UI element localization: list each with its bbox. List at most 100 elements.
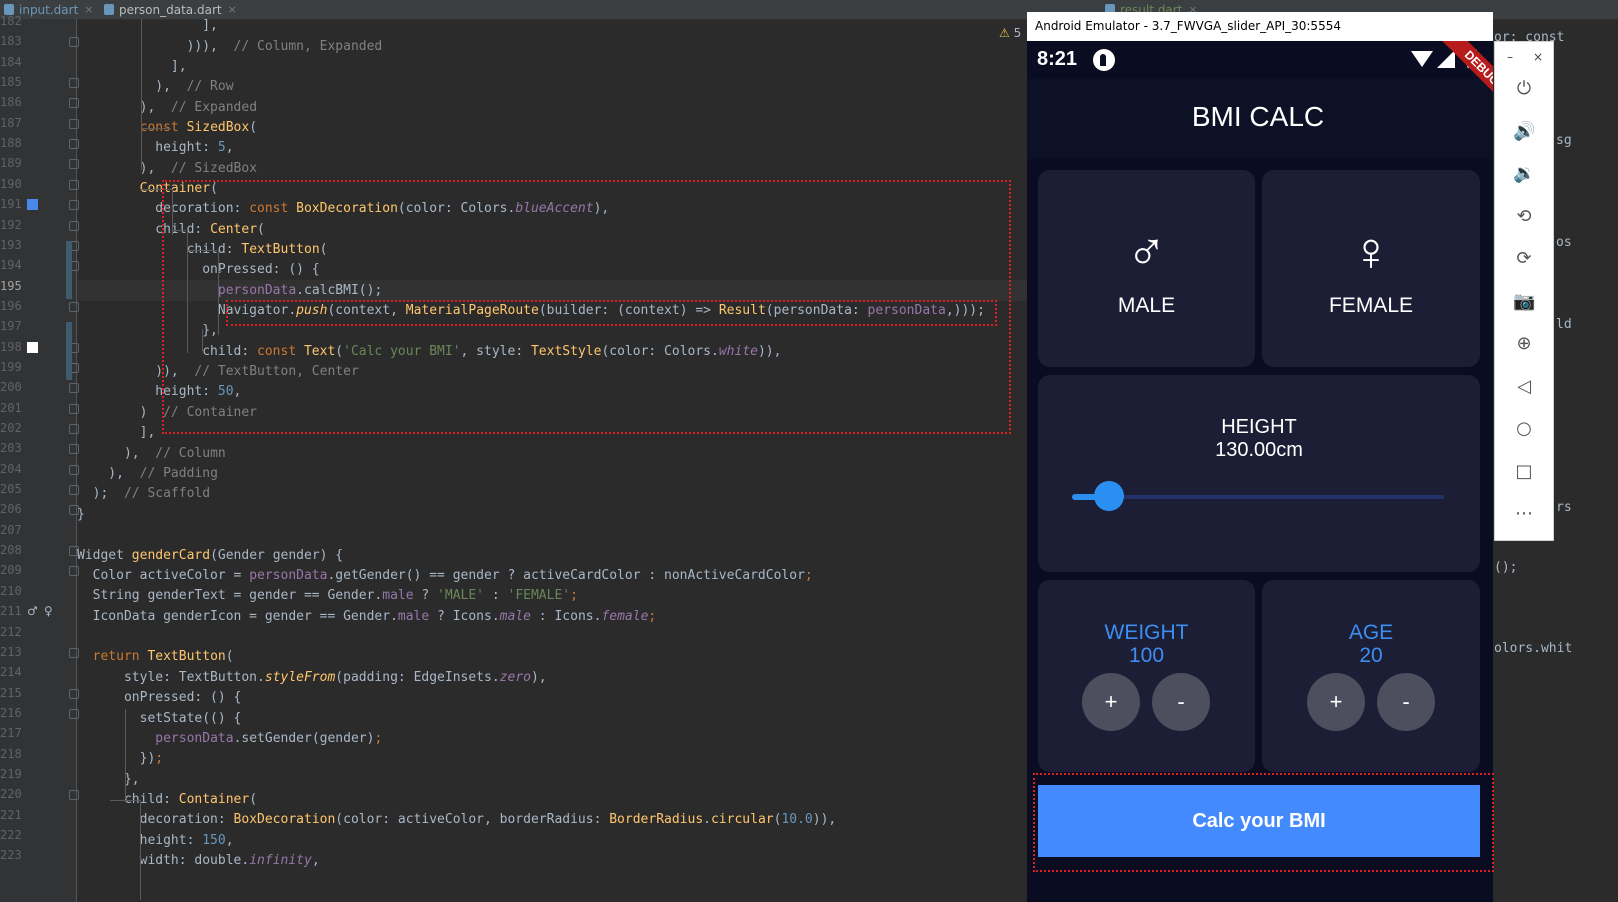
code-fragment: ();	[1494, 560, 1518, 575]
tab-person-data-dart[interactable]: person_data.dart ×	[104, 0, 237, 19]
slider-thumb[interactable]	[1094, 481, 1125, 511]
line-number: 193	[0, 237, 22, 252]
code-editor[interactable]: ], ))), // Column, Expanded ], ), // Row…	[77, 19, 1027, 902]
line-number: 205	[0, 482, 22, 497]
weight-minus-button[interactable]: -	[1152, 673, 1210, 731]
minimize-icon[interactable]: –	[1507, 50, 1513, 64]
line-number: 211	[0, 604, 22, 619]
overview-icon[interactable]: □	[1513, 461, 1535, 483]
code-line: ); // Scaffold	[77, 486, 211, 501]
code-line: onPressed: () {	[77, 690, 242, 705]
male-label: MALE	[1117, 294, 1176, 317]
male-icon: ♂	[1126, 222, 1167, 282]
zoom-icon[interactable]: ⊕	[1513, 333, 1535, 355]
indent-guide	[140, 800, 141, 900]
line-number: 201	[0, 400, 22, 415]
line-number: 185	[0, 75, 22, 90]
female-card[interactable]: ♀ FEMALE	[1262, 170, 1480, 367]
line-number: 200	[0, 380, 22, 395]
status-time: 8:21	[1037, 48, 1078, 70]
weight-plus-button[interactable]: +	[1082, 673, 1140, 731]
notification-icon	[1093, 49, 1115, 71]
volume-up-icon[interactable]: 🔊	[1513, 121, 1535, 143]
camera-icon[interactable]: 📷	[1513, 291, 1535, 313]
line-number: 184	[0, 54, 22, 69]
emulator-toolbar: – × ⏻ 🔊 🔉 ⟲ ⟳ 📷 ⊕ ◁ ○ □ ⋯	[1494, 41, 1554, 541]
line-number: 186	[0, 95, 22, 110]
female-icon: ♀	[44, 604, 53, 619]
indent-guide	[125, 709, 126, 799]
line-number: 214	[0, 665, 22, 680]
close-icon[interactable]: ×	[1533, 50, 1543, 64]
height-slider[interactable]	[1072, 481, 1444, 511]
height-value: 130.00cm	[1215, 439, 1303, 461]
line-number: 182	[0, 14, 22, 28]
line-number: 204	[0, 461, 22, 476]
indent-guide	[141, 19, 142, 170]
wifi-icon	[1411, 51, 1433, 67]
female-icon: ♀	[1350, 222, 1392, 282]
line-number: 189	[0, 156, 22, 171]
change-marker	[66, 241, 72, 299]
code-line: Color activeColor = personData.getGender…	[77, 568, 813, 583]
age-label: AGE	[1348, 621, 1394, 644]
weight-card: WEIGHT 100 + -	[1038, 580, 1255, 772]
line-number: 221	[0, 807, 22, 822]
code-line: ), // Padding	[77, 466, 218, 481]
power-icon[interactable]: ⏻	[1513, 78, 1535, 100]
line-number: 202	[0, 421, 22, 435]
volume-down-icon[interactable]: 🔉	[1513, 163, 1535, 185]
line-number: 199	[0, 359, 22, 374]
code-fragment: olors.whit	[1494, 641, 1573, 656]
line-number: 196	[0, 298, 22, 313]
color-swatch-icon	[27, 199, 38, 211]
code-line: Widget genderCard(Gender gender) {	[77, 548, 344, 563]
line-number: 217	[0, 726, 22, 741]
rotate-left-icon[interactable]: ⟲	[1513, 206, 1535, 228]
code-line: ), // Expanded	[77, 100, 258, 115]
code-line: personData.setGender(gender);	[155, 731, 383, 746]
highlight-calc-button	[1033, 773, 1494, 872]
code-line: const SizedBox(	[139, 120, 258, 135]
close-icon[interactable]: ×	[228, 3, 237, 16]
age-plus-button[interactable]: +	[1307, 673, 1365, 731]
height-card: HEIGHT 130.00cm	[1038, 375, 1480, 572]
weight-value: 100	[1128, 644, 1165, 667]
line-number: 208	[0, 543, 22, 558]
code-fragment: ld	[1556, 317, 1572, 332]
code-line: width: double.infinity,	[77, 853, 320, 868]
code-line: setState(() {	[77, 711, 242, 726]
code-line: }	[77, 507, 85, 522]
back-icon[interactable]: ◁	[1513, 376, 1535, 398]
line-number: 223	[0, 848, 22, 863]
indent-guide	[141, 128, 171, 129]
code-line: child: Container(	[77, 792, 258, 807]
line-number: 190	[0, 176, 22, 191]
age-card: AGE 20 + -	[1262, 580, 1480, 772]
line-number: 213	[0, 644, 22, 659]
code-fragment: sg	[1556, 133, 1572, 148]
color-swatch-icon	[27, 341, 38, 353]
app-title: BMI CALC	[1191, 101, 1325, 132]
rotate-right-icon[interactable]: ⟳	[1513, 248, 1535, 270]
more-icon[interactable]: ⋯	[1513, 503, 1535, 525]
home-icon[interactable]: ○	[1513, 418, 1535, 440]
emulator-window-title: Android Emulator - 3.7_FWVGA_slider_API_…	[1027, 12, 1493, 41]
age-minus-button[interactable]: -	[1377, 673, 1435, 731]
line-number: 188	[0, 136, 22, 151]
tab-label: person_data.dart	[119, 2, 222, 17]
line-number: 192	[0, 217, 22, 232]
code-line: ), // SizedBox	[77, 161, 258, 176]
line-number: 209	[0, 563, 22, 578]
signal-icon	[1437, 50, 1455, 68]
close-icon[interactable]: ×	[84, 3, 93, 16]
line-number: 197	[0, 319, 22, 334]
line-number: 195	[0, 278, 22, 293]
female-label: FEMALE	[1328, 294, 1414, 317]
line-number: 215	[0, 685, 22, 700]
code-fragment: os	[1556, 235, 1572, 250]
code-line: ), // Row	[77, 79, 234, 94]
male-card[interactable]: ♂ MALE	[1038, 170, 1255, 367]
age-value: 20	[1359, 644, 1383, 667]
tab-label: input.dart	[19, 2, 79, 17]
